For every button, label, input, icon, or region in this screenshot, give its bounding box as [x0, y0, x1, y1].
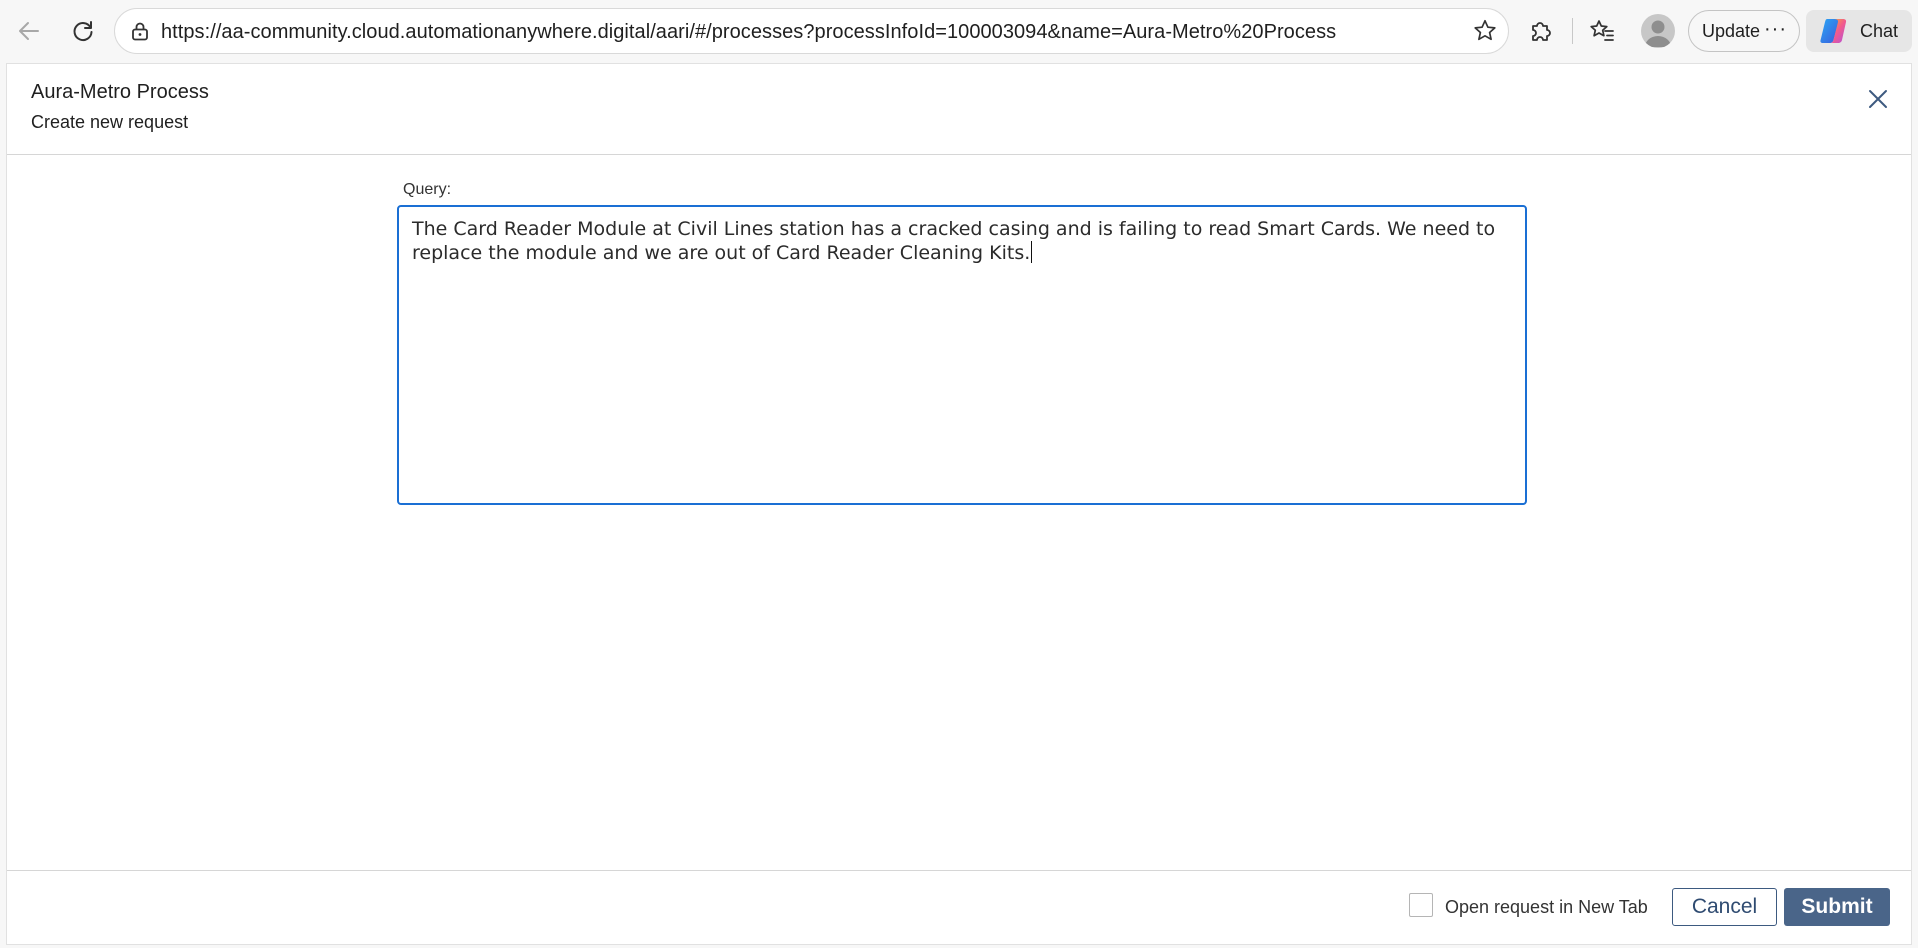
- update-label: Update: [1702, 20, 1761, 41]
- copilot-logo-icon: [1820, 19, 1847, 43]
- url-text[interactable]: https://aa-community.cloud.automationany…: [161, 20, 1336, 44]
- cancel-button[interactable]: Cancel: [1672, 888, 1777, 926]
- create-request-modal: Aura-Metro Process Create new request Qu…: [6, 63, 1912, 945]
- chat-label: Chat: [1860, 20, 1899, 41]
- profile-icon: [1645, 20, 1671, 47]
- modal-subtitle: Create new request: [31, 112, 189, 132]
- back-arrow-icon: [19, 22, 39, 40]
- avatar[interactable]: [1641, 14, 1675, 48]
- refresh-button[interactable]: [64, 12, 102, 50]
- more-options-icon[interactable]: ···: [1764, 19, 1787, 39]
- open-in-new-tab-label[interactable]: Open request in New Tab: [1445, 896, 1648, 918]
- copilot-chat-button[interactable]: Chat: [1806, 10, 1912, 52]
- star-icon: [1474, 19, 1496, 41]
- back-button[interactable]: [10, 12, 48, 50]
- text-cursor: [1031, 241, 1033, 263]
- browser-toolbar: https://aa-community.cloud.automationany…: [0, 0, 1918, 62]
- query-text[interactable]: The Card Reader Module at Civil Lines st…: [412, 218, 1495, 264]
- lock-icon[interactable]: [129, 20, 151, 42]
- favorites-icon: [1590, 20, 1614, 41]
- modal-header: Aura-Metro Process Create new request: [7, 64, 1911, 155]
- favorites-button[interactable]: [1583, 12, 1621, 50]
- open-in-new-tab-checkbox[interactable]: [1409, 893, 1433, 917]
- close-icon: [1869, 90, 1887, 108]
- refresh-icon: [73, 21, 93, 41]
- puzzle-icon: [1532, 22, 1551, 41]
- modal-footer: Open request in New Tab Cancel Submit: [7, 870, 1911, 944]
- extensions-button[interactable]: [1522, 12, 1560, 50]
- query-textarea[interactable]: The Card Reader Module at Civil Lines st…: [397, 205, 1527, 505]
- address-bar[interactable]: https://aa-community.cloud.automationany…: [114, 8, 1509, 54]
- modal-title: Aura-Metro Process: [31, 81, 209, 103]
- update-button[interactable]: Update ···: [1688, 10, 1800, 52]
- add-favorite-button[interactable]: [1470, 16, 1500, 46]
- submit-button[interactable]: Submit: [1784, 888, 1890, 926]
- close-button[interactable]: [1863, 84, 1893, 114]
- query-label: Query:: [403, 181, 452, 198]
- toolbar-divider: [1572, 18, 1573, 44]
